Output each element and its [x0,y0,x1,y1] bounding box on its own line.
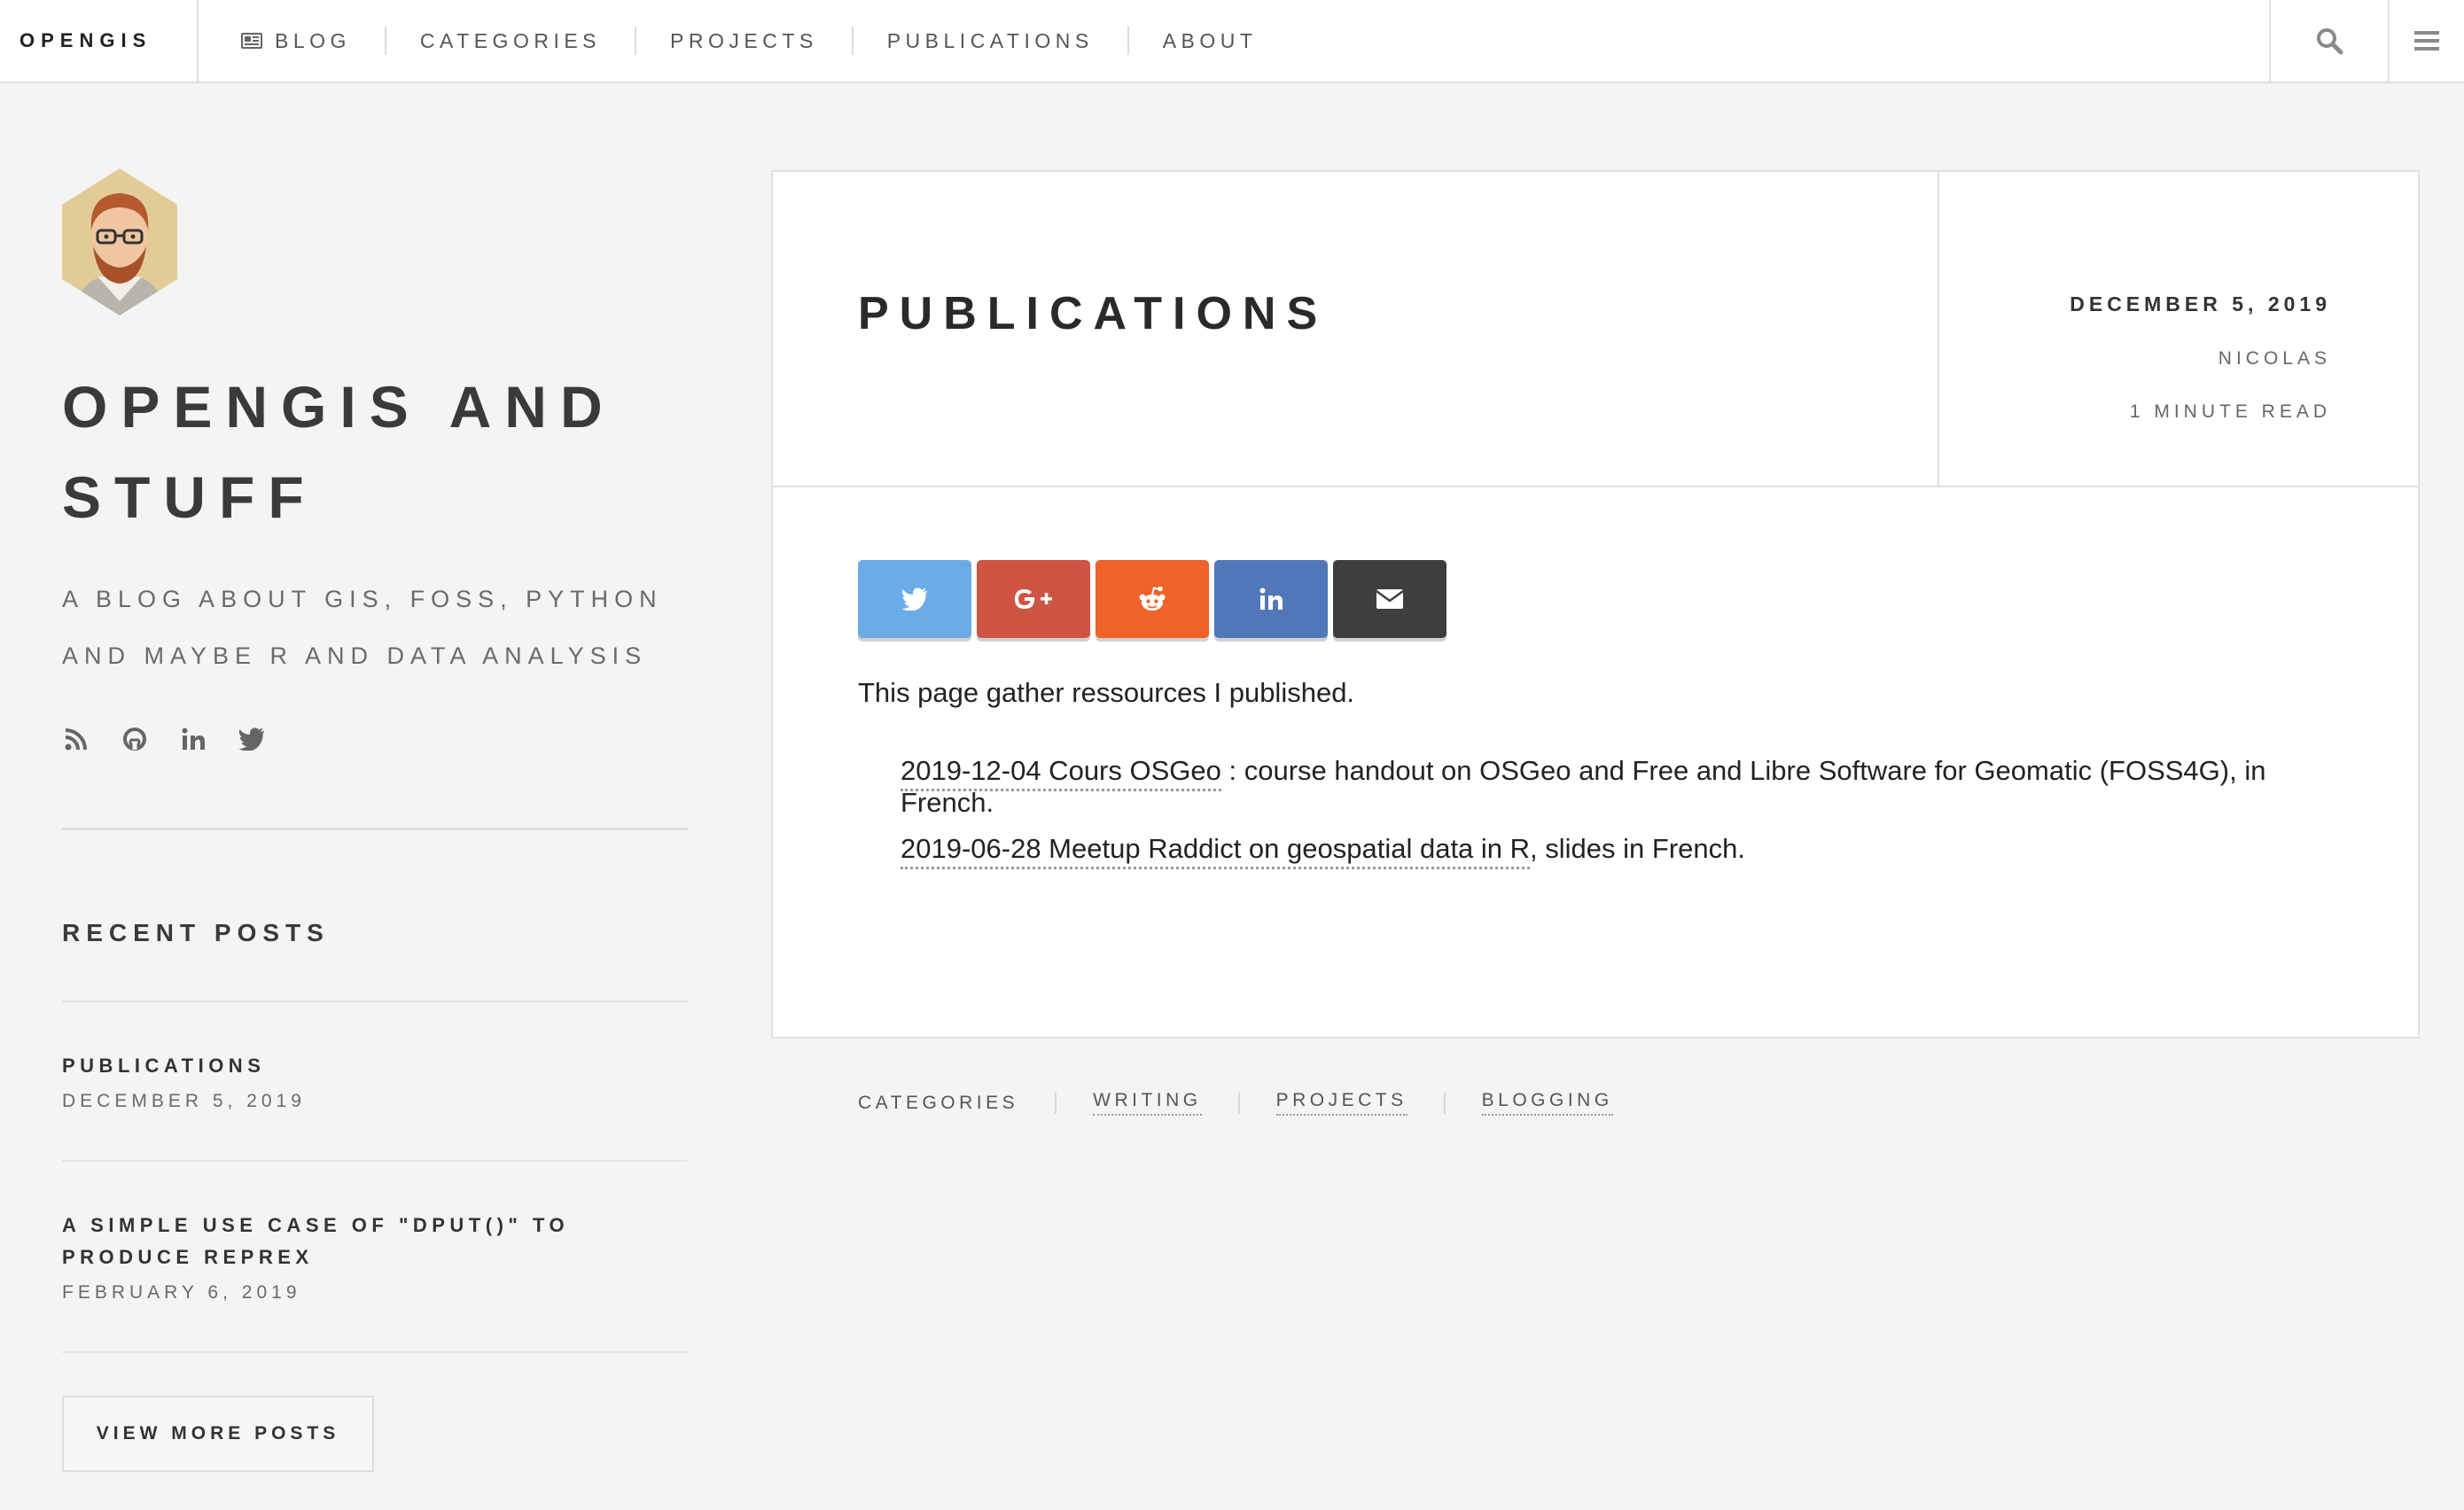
google-plus-icon [1015,589,1052,609]
nav-link-label: CATEGORIES [419,28,602,52]
reddit-icon [1139,586,1166,611]
list-item: 2019-06-28 Meetup Raddict on geospatial … [901,833,2363,911]
divider [1237,1092,1240,1114]
recent-list-divider [62,1351,688,1353]
nav-link-publications[interactable]: PUBLICATIONS [851,27,1127,55]
recent-post-date: DECEMBER 5, 2019 [62,1091,306,1111]
social-links [62,721,688,757]
hamburger-menu-icon [2414,31,2439,51]
nav-link-label: PUBLICATIONS [886,28,1094,52]
nav-link-about[interactable]: ABOUT [1127,27,1291,55]
search-button[interactable] [2269,0,2390,82]
top-navbar: OPENGIS BLOG CATEGORIES PROJECTS PUBLICA… [0,0,2464,83]
linkedin-icon [1259,588,1283,610]
linkedin-icon[interactable] [179,725,207,753]
site-title[interactable]: OPENGIS AND STUFF [62,362,688,542]
sidebar-divider [62,828,688,830]
category-link-projects[interactable]: PROJECTS [1275,1090,1407,1116]
search-icon [2317,28,2343,55]
recent-post-date: FEBRUARY 6, 2019 [62,1282,301,1303]
site-description: A BLOG ABOUT GIS, FOSS, PYTHON AND MAYBE… [62,586,663,669]
list-item[interactable]: PUBLICATIONS DECEMBER 5, 2019 [62,1000,688,1160]
email-icon [1376,589,1404,609]
github-icon[interactable] [121,725,149,753]
post-intro: This page gather ressources I published. [858,677,1355,708]
share-email-button[interactable] [1333,560,1446,638]
menu-button[interactable] [2390,0,2464,82]
share-buttons [858,560,1446,638]
brand-link[interactable]: OPENGIS [0,0,199,82]
twitter-icon[interactable] [238,725,266,753]
post-categories: CATEGORIES WRITING PROJECTS BLOGGING [858,1090,1613,1116]
list-item[interactable]: A SIMPLE USE CASE OF "DPUT()" TO PRODUCE… [62,1160,688,1351]
category-link-blogging[interactable]: BLOGGING [1481,1090,1613,1116]
share-twitter-button[interactable] [858,560,971,638]
list-item: 2019-12-04 Cours OSGeo : course handout … [901,755,2363,833]
sidebar: OPENGIS AND STUFF A BLOG ABOUT GIS, FOSS… [62,168,688,1472]
nav-link-categories[interactable]: CATEGORIES [384,27,635,55]
nav-link-label: ABOUT [1162,28,1258,52]
publications-list: 2019-12-04 Cours OSGeo : course handout … [901,755,2363,911]
nav-link-label: BLOG [275,28,351,52]
post-card: PUBLICATIONS DECEMBER 5, 2019 NICOLAS 1 … [771,170,2420,1116]
view-more-posts-button[interactable]: VIEW MORE POSTS [62,1396,374,1472]
recent-post-title[interactable]: A SIMPLE USE CASE OF "DPUT()" TO PRODUCE… [62,1210,688,1273]
recent-posts-list: PUBLICATIONS DECEMBER 5, 2019 A SIMPLE U… [62,1000,688,1353]
share-google-plus-button[interactable] [977,560,1090,638]
recent-posts-heading: RECENT POSTS [62,919,330,946]
rss-icon[interactable] [62,725,90,753]
newspaper-icon [241,33,262,49]
post-header: PUBLICATIONS DECEMBER 5, 2019 NICOLAS 1 … [773,172,2418,487]
publication-link[interactable]: 2019-06-28 Meetup Raddict on geospatial … [901,833,1531,869]
share-linkedin-button[interactable] [1214,560,1328,638]
post-meta: DECEMBER 5, 2019 NICOLAS 1 MINUTE READ [1938,172,2418,486]
nav-link-label: PROJECTS [670,28,818,52]
recent-post-title[interactable]: PUBLICATIONS [62,1050,688,1082]
post-title[interactable]: PUBLICATIONS [858,287,1328,340]
categories-label: CATEGORIES [858,1092,1019,1113]
nav-link-blog[interactable]: BLOG [199,27,385,55]
avatar[interactable] [62,168,177,315]
publication-text: , slides in French. [1530,833,1745,864]
share-reddit-button[interactable] [1096,560,1209,638]
post-author[interactable]: NICOLAS [1939,348,2331,370]
divider [1055,1092,1057,1114]
category-link-writing[interactable]: WRITING [1093,1090,1202,1116]
publication-link[interactable]: 2019-12-04 Cours OSGeo [901,755,1221,791]
twitter-icon [901,588,927,611]
divider [1443,1092,1446,1114]
post-date: DECEMBER 5, 2019 [2070,292,2331,315]
read-time: 1 MINUTE READ [2129,401,2331,422]
main-nav: BLOG CATEGORIES PROJECTS PUBLICATIONS AB… [199,0,1290,82]
nav-link-projects[interactable]: PROJECTS [635,27,852,55]
